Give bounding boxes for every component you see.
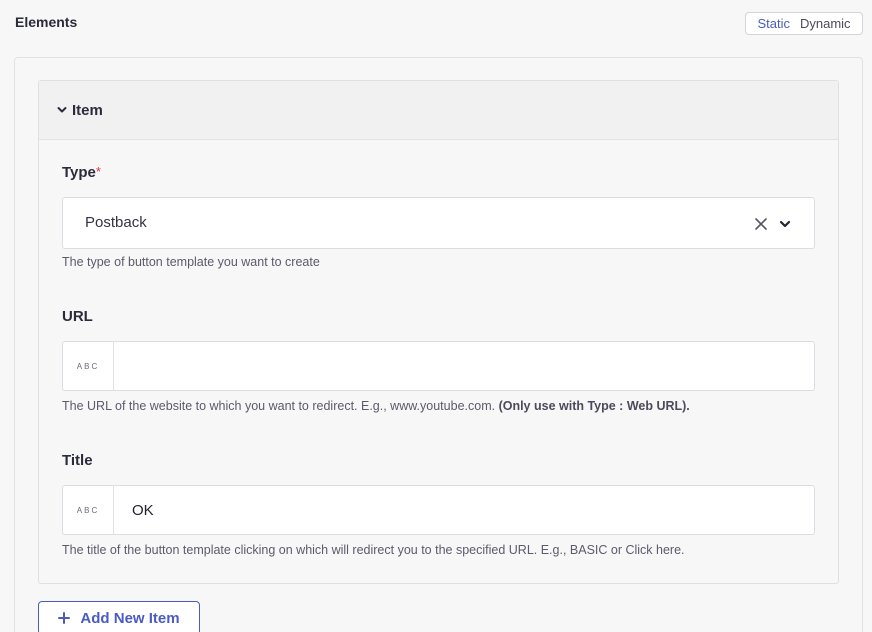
type-select[interactable]: Postback <box>62 197 815 249</box>
url-help-main: The URL of the website to which you want… <box>62 399 496 413</box>
static-dynamic-toggle: Static Dynamic <box>745 12 863 35</box>
type-label-text: Type <box>62 164 96 181</box>
url-field: ABC <box>62 341 815 391</box>
toggle-static-option[interactable]: Static <box>757 16 790 31</box>
item-header[interactable]: Item <box>39 81 838 140</box>
type-select-value: Postback <box>85 214 147 231</box>
url-input[interactable] <box>115 342 814 390</box>
chevron-down-icon[interactable] <box>778 217 792 231</box>
title-input[interactable] <box>115 486 814 534</box>
add-new-item-button[interactable]: Add New Item <box>38 601 200 632</box>
required-mark: * <box>95 164 101 179</box>
url-help-text: The URL of the website to which you want… <box>62 399 690 413</box>
toggle-dynamic-option[interactable]: Dynamic <box>800 16 851 31</box>
clear-icon[interactable] <box>754 217 768 231</box>
url-help-note: (Only use with Type : Web URL). <box>498 399 690 413</box>
add-new-item-label: Add New Item <box>80 609 180 627</box>
abc-text-icon: ABC <box>63 486 114 534</box>
type-help-text: The type of button template you want to … <box>62 255 320 269</box>
item-title: Item <box>72 101 103 119</box>
title-help-text: The title of the button template clickin… <box>62 543 685 557</box>
url-label: URL <box>62 308 93 325</box>
section-title: Elements <box>15 14 78 30</box>
title-field: ABC <box>62 485 815 535</box>
chevron-down-icon <box>57 107 67 113</box>
plus-icon <box>58 612 71 624</box>
abc-text-icon: ABC <box>63 342 114 390</box>
type-label: Type* <box>62 164 101 181</box>
title-label: Title <box>62 452 93 469</box>
